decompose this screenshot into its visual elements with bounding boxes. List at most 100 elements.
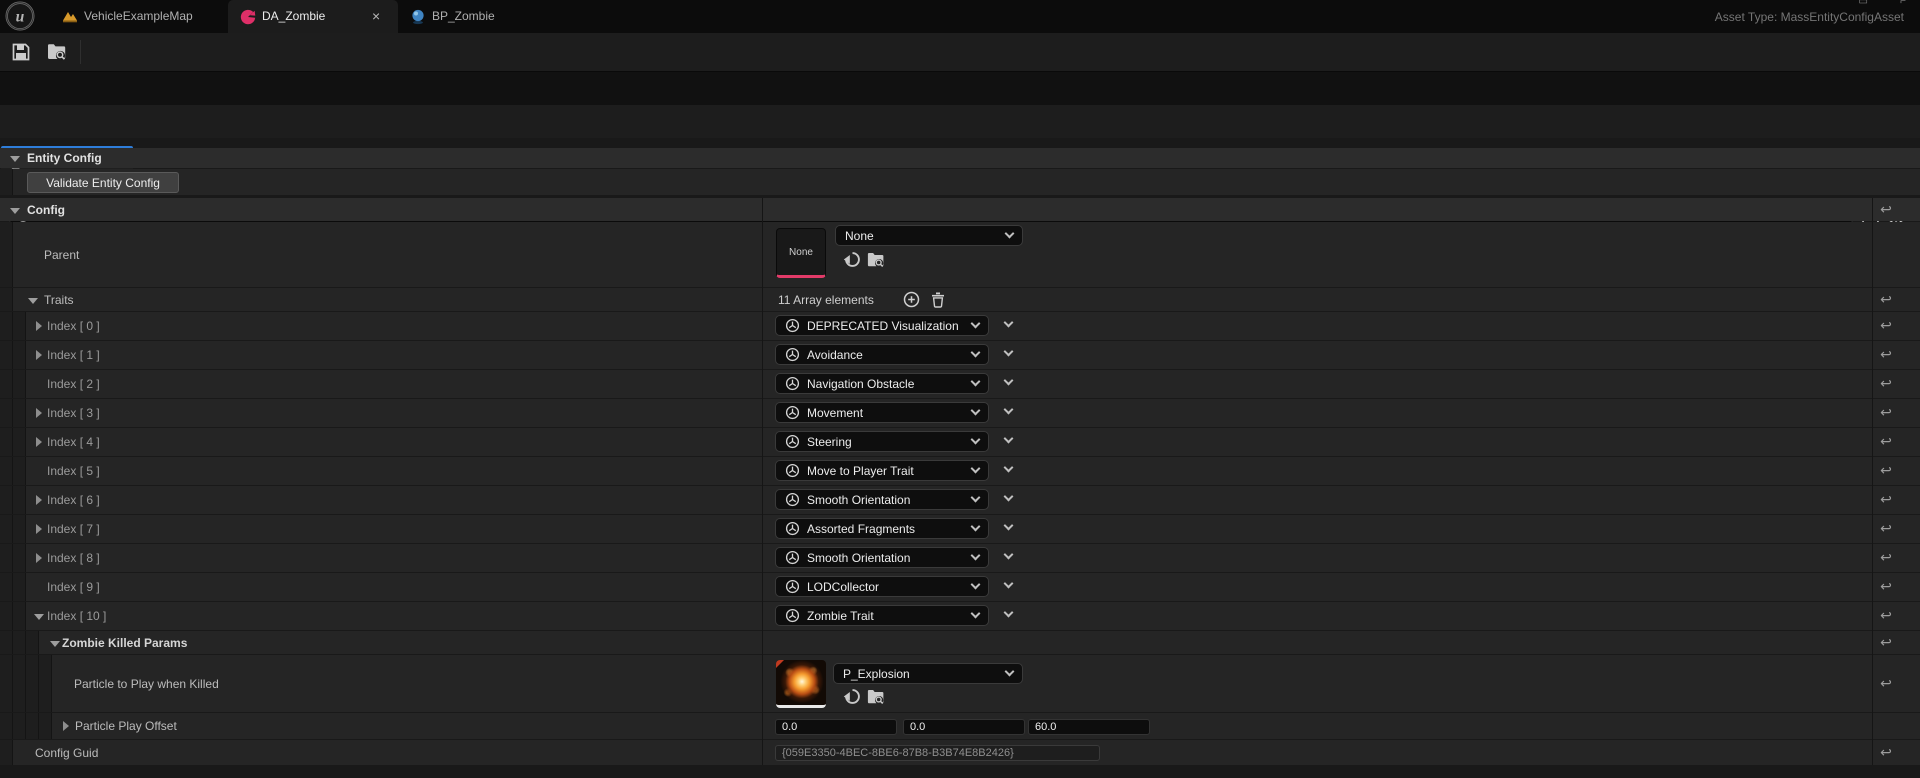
expander-chevron-icon[interactable] (1004, 318, 1014, 328)
struct-label: Zombie Killed Params (62, 636, 187, 650)
zombie-killed-params-header[interactable]: Zombie Killed Params ↩ (0, 631, 1920, 654)
expander-chevron-icon[interactable] (1004, 579, 1014, 589)
trait-type-dropdown[interactable]: Zombie Trait (775, 605, 989, 626)
trait-icon (785, 579, 800, 594)
expand-arrow-icon[interactable] (36, 553, 42, 563)
expand-arrow-icon[interactable] (36, 321, 42, 331)
reset-to-default-icon[interactable]: ↩ (1878, 319, 1894, 333)
collapse-triangle-icon[interactable] (10, 156, 20, 162)
tab-label: DA_Zombie (262, 0, 325, 33)
asset-thumbnail[interactable]: None (776, 228, 826, 278)
trait-row-7: Index [ 7 ] Assorted Fragments ↩ (0, 515, 1920, 543)
expander-chevron-icon[interactable] (1004, 405, 1014, 415)
trait-type-dropdown[interactable]: Navigation Obstacle (775, 373, 989, 394)
chevron-down-icon (971, 551, 981, 561)
trait-type-dropdown[interactable]: Smooth Orientation (775, 547, 989, 568)
expand-arrow-icon[interactable] (36, 437, 42, 447)
reset-to-default-icon[interactable]: ↩ (1878, 636, 1894, 650)
reset-to-default-icon[interactable]: ↩ (1878, 406, 1894, 420)
collapse-triangle-icon[interactable] (10, 208, 20, 214)
entity-config-header[interactable]: Entity Config (0, 148, 1920, 168)
indent-gutter (0, 457, 26, 485)
trait-row-0: Index [ 0 ] DEPRECATED Visualization ↩ (0, 312, 1920, 340)
browse-to-asset-icon[interactable] (866, 251, 886, 269)
expander-chevron-icon[interactable] (1004, 492, 1014, 502)
expander-chevron-icon[interactable] (1004, 347, 1014, 357)
expander-chevron-icon[interactable] (1004, 608, 1014, 618)
trait-type-dropdown[interactable]: Assorted Fragments (775, 518, 989, 539)
collapse-triangle-icon[interactable] (28, 298, 38, 304)
tab-bp-zombie[interactable]: BP_Zombie (398, 0, 558, 33)
reset-to-default-icon[interactable]: ↩ (1878, 493, 1894, 507)
reset-to-default-icon[interactable]: ↩ (1878, 464, 1894, 478)
reset-to-default-icon[interactable]: ↩ (1878, 746, 1894, 760)
save-icon[interactable] (11, 42, 31, 62)
particle-asset-dropdown[interactable]: P_Explosion (833, 663, 1023, 684)
expand-arrow-icon[interactable] (36, 524, 42, 534)
indent-gutter (0, 399, 26, 427)
use-selected-asset-icon[interactable] (843, 251, 862, 268)
config-header[interactable]: Config ↩ (0, 198, 1920, 221)
reset-to-default-icon[interactable]: ↩ (1878, 677, 1894, 691)
tab-da-zombie[interactable]: DA_Zombie × (228, 0, 398, 33)
index-label: Index [ 8 ] (47, 551, 100, 565)
delete-elements-icon[interactable] (931, 291, 945, 308)
index-label: Index [ 5 ] (47, 464, 100, 478)
offset-z-field[interactable] (1028, 719, 1150, 735)
offset-x-field[interactable] (775, 719, 897, 735)
indent-gutter (0, 370, 26, 398)
expand-arrow-icon[interactable] (36, 408, 42, 418)
reset-to-default-icon[interactable]: ↩ (1878, 435, 1894, 449)
expander-chevron-icon[interactable] (1004, 550, 1014, 560)
offset-y-field[interactable] (903, 719, 1025, 735)
reset-to-default-icon[interactable]: ↩ (1878, 293, 1894, 307)
reset-to-default-icon[interactable]: ↩ (1878, 377, 1894, 391)
expand-arrow-icon[interactable] (63, 721, 69, 731)
reset-to-default-icon[interactable]: ↩ (1878, 203, 1894, 217)
expander-chevron-icon[interactable] (1004, 521, 1014, 531)
expander-chevron-icon[interactable] (1004, 463, 1014, 473)
property-label: Config Guid (35, 746, 98, 760)
expand-arrow-icon[interactable] (36, 350, 42, 360)
trait-type-dropdown[interactable]: Move to Player Trait (775, 460, 989, 481)
trait-type-dropdown[interactable]: Steering (775, 431, 989, 452)
reset-to-default-icon[interactable]: ↩ (1878, 551, 1894, 565)
expand-arrow-icon[interactable] (36, 495, 42, 505)
trait-type-dropdown[interactable]: DEPRECATED Visualization (775, 315, 989, 336)
trait-type-dropdown[interactable]: Avoidance (775, 344, 989, 365)
validate-entity-config-button[interactable]: Validate Entity Config (27, 172, 179, 193)
browse-to-asset-icon[interactable] (866, 688, 886, 706)
trait-type-dropdown[interactable]: Smooth Orientation (775, 489, 989, 510)
trait-icon (785, 376, 800, 391)
tab-vehicle-example-map[interactable]: VehicleExampleMap (48, 0, 228, 33)
index-label: Index [ 0 ] (47, 319, 100, 333)
property-label: Particle to Play when Killed (74, 677, 219, 691)
parent-asset-dropdown[interactable]: None (835, 225, 1023, 246)
window-restore-icon[interactable]: ▭ (1859, 0, 1868, 7)
reset-to-default-icon[interactable]: ↩ (1878, 580, 1894, 594)
property-label: Particle Play Offset (75, 719, 177, 733)
browse-to-asset-icon[interactable] (46, 42, 68, 62)
collapse-triangle-icon[interactable] (34, 614, 44, 620)
add-element-icon[interactable] (903, 291, 920, 308)
trait-type-dropdown[interactable]: Movement (775, 402, 989, 423)
reset-to-default-icon[interactable]: ↩ (1878, 609, 1894, 623)
reset-to-default-icon[interactable]: ↩ (1878, 348, 1894, 362)
chevron-down-icon (971, 493, 981, 503)
panel-tab-well: Details × (0, 72, 1920, 105)
traits-row[interactable]: Traits 11 Array elements ↩ (0, 288, 1920, 311)
chevron-down-icon (971, 406, 981, 416)
indent-gutter (0, 169, 13, 195)
window-control-icon[interactable]: ⌐ (1900, 0, 1906, 7)
use-selected-asset-icon[interactable] (843, 688, 862, 705)
expander-chevron-icon[interactable] (1004, 434, 1014, 444)
particle-asset-thumbnail[interactable] (776, 660, 826, 708)
expander-chevron-icon[interactable] (1004, 376, 1014, 386)
index-label: Index [ 3 ] (47, 406, 100, 420)
trait-type-dropdown[interactable]: LODCollector (775, 576, 989, 597)
reset-to-default-icon[interactable]: ↩ (1878, 522, 1894, 536)
index-label: Index [ 7 ] (47, 522, 100, 536)
trait-icon (785, 318, 800, 333)
close-icon[interactable]: × (372, 0, 380, 33)
collapse-triangle-icon[interactable] (50, 641, 60, 647)
